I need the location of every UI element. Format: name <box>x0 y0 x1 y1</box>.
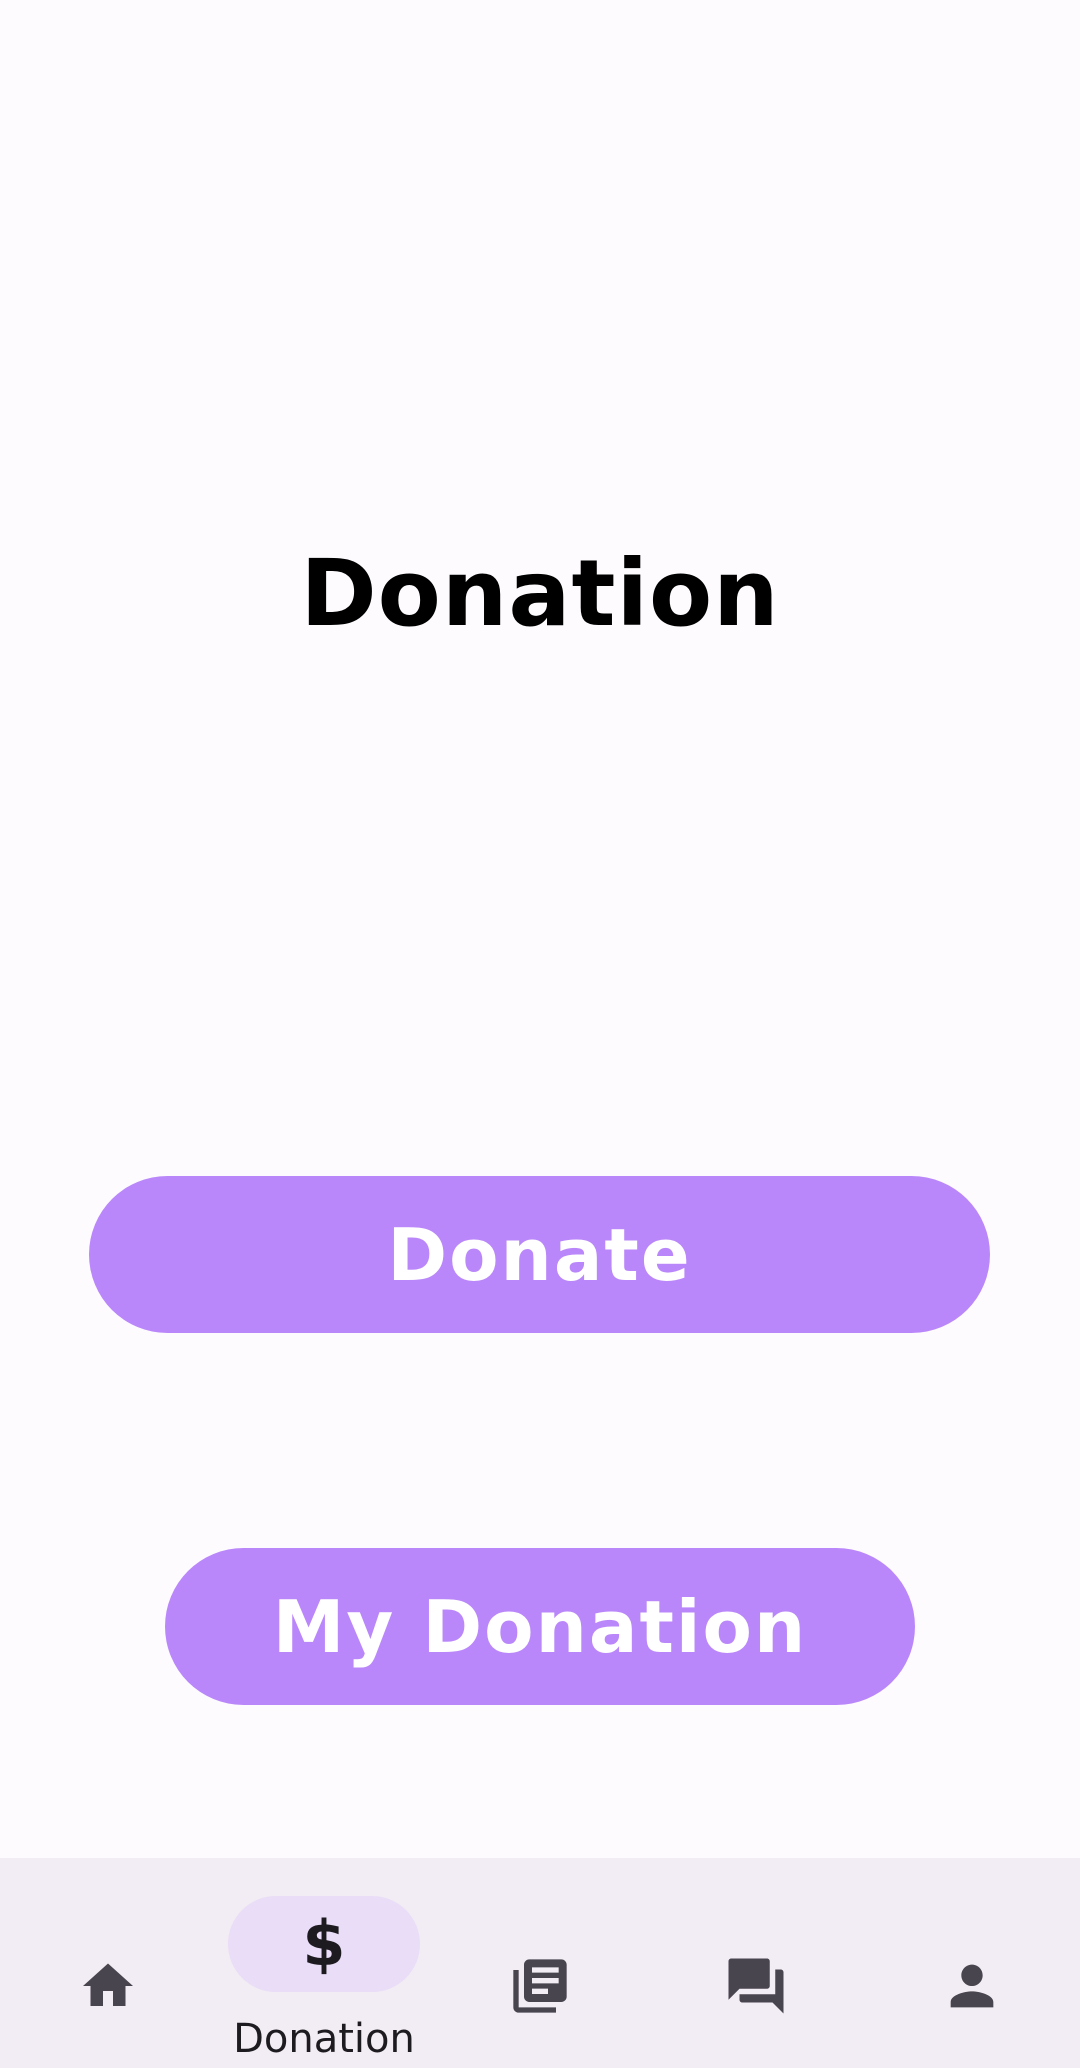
article-icon <box>444 1938 636 2034</box>
nav-item-chat[interactable] <box>648 1858 864 2068</box>
my-donation-button[interactable]: My Donation <box>165 1548 915 1705</box>
nav-item-news[interactable] <box>432 1858 648 2068</box>
active-indicator: $ <box>228 1896 420 1992</box>
person-icon <box>876 1938 1068 2034</box>
nav-item-home[interactable] <box>0 1858 216 2068</box>
nav-label-donation: Donation <box>233 2016 415 2062</box>
donation-screen: Donation Donate My Donation $ Donation <box>0 0 1080 2068</box>
donate-button[interactable]: Donate <box>89 1176 990 1333</box>
page-title: Donation <box>300 540 780 647</box>
bottom-navigation-bar: $ Donation <box>0 1858 1080 2068</box>
forum-icon <box>660 1938 852 2034</box>
dollar-icon: $ <box>302 1907 346 1980</box>
home-icon <box>12 1938 204 2034</box>
nav-item-profile[interactable] <box>864 1858 1080 2068</box>
nav-item-donation[interactable]: $ Donation <box>216 1858 432 2068</box>
